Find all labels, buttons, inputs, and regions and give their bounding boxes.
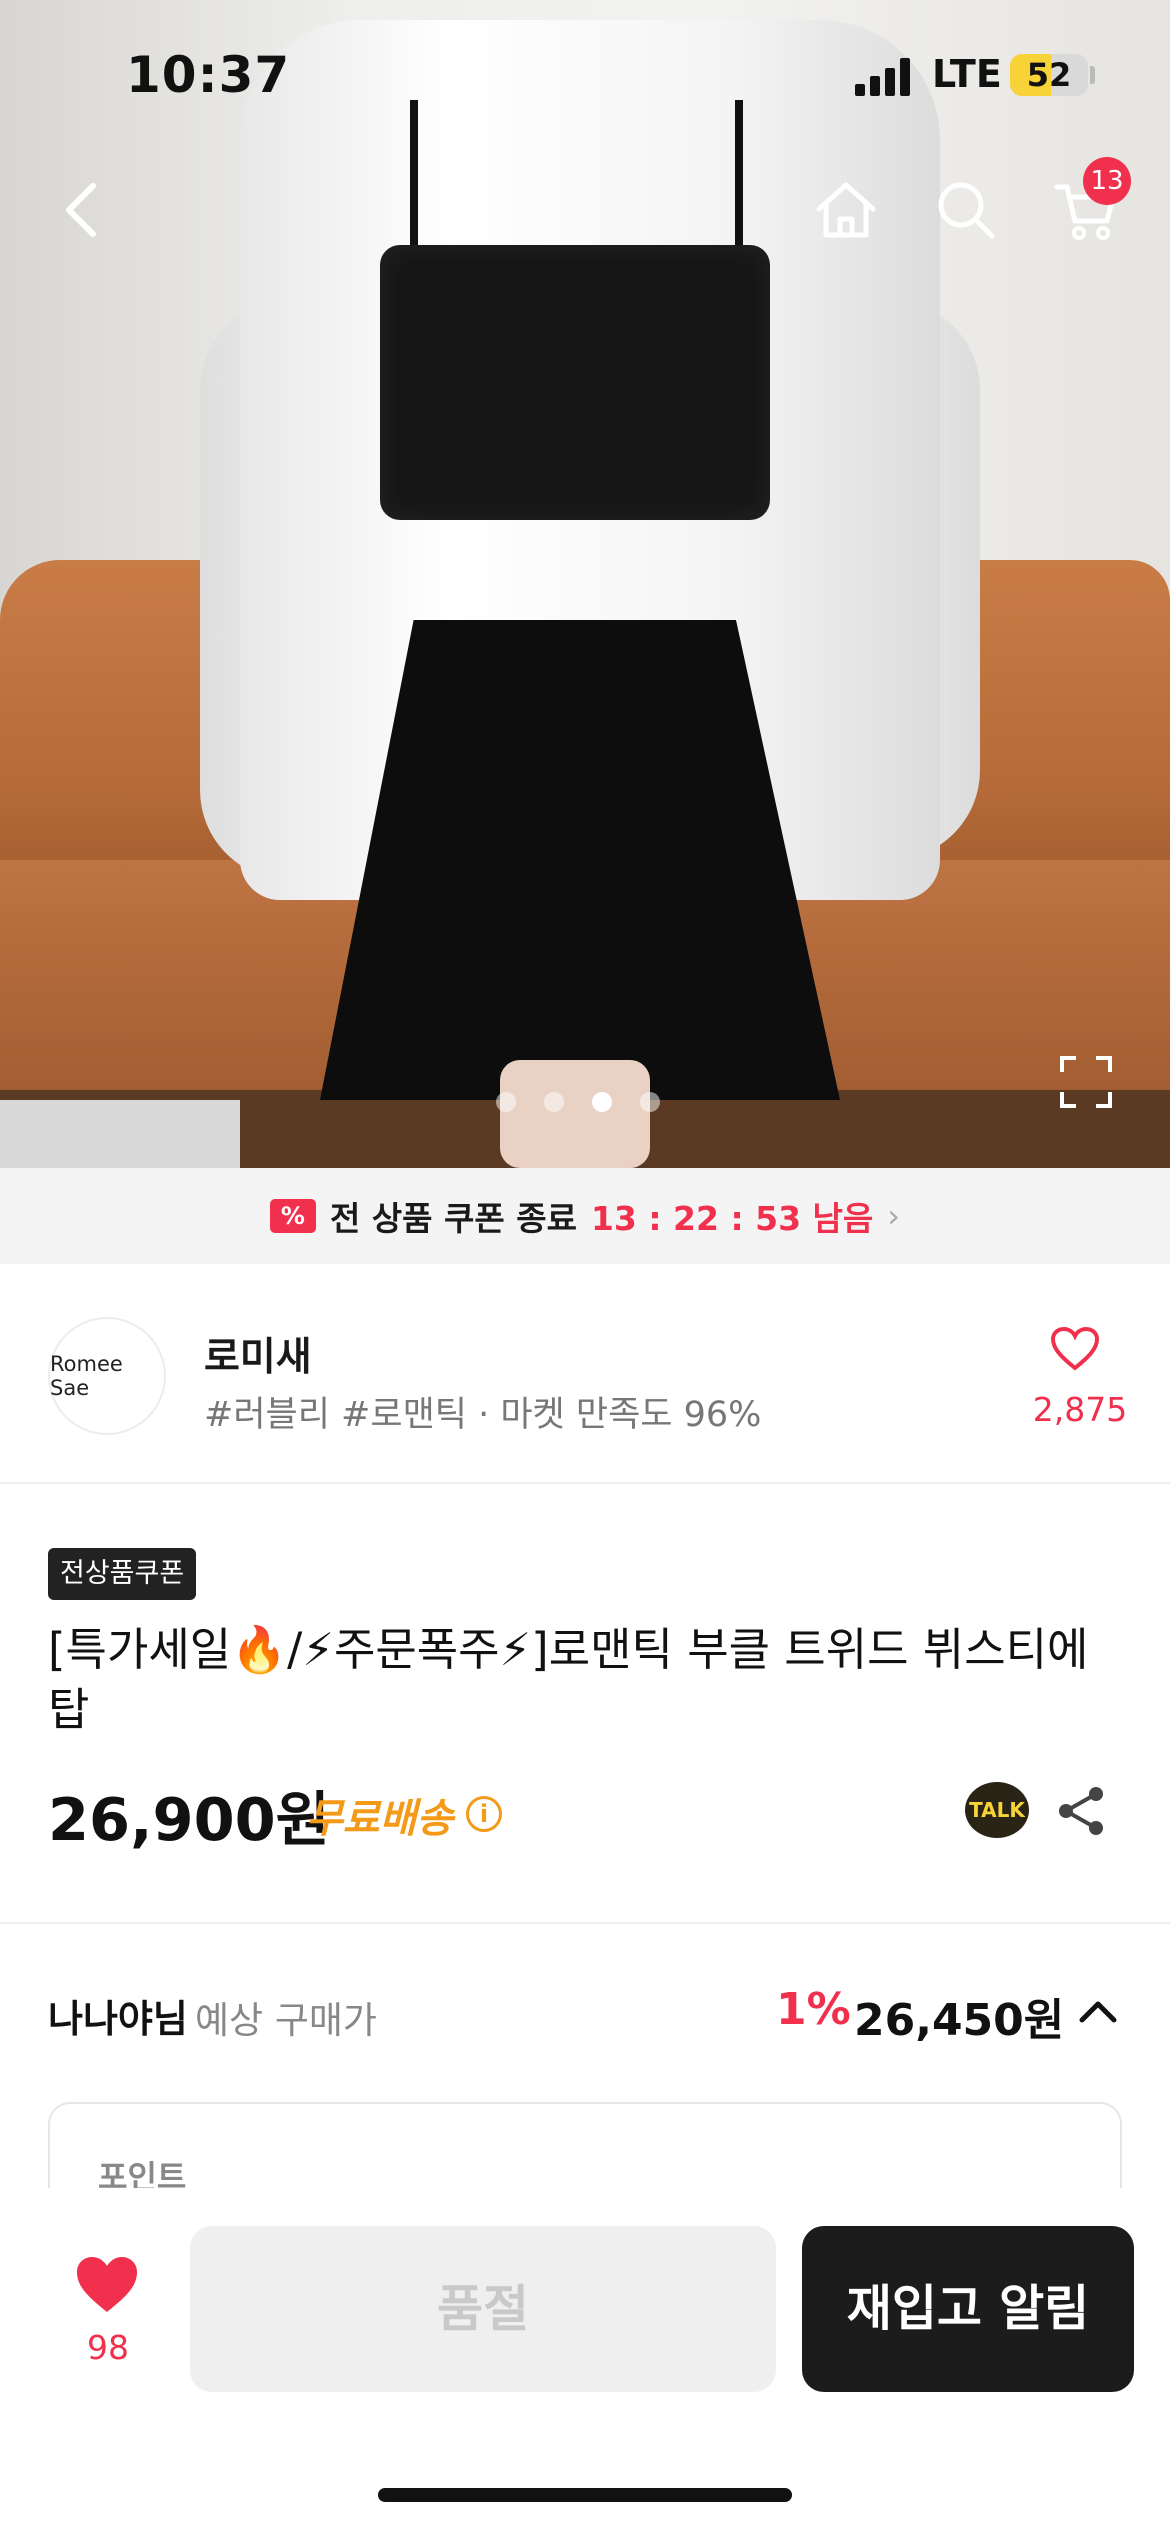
back-button[interactable] <box>42 170 122 250</box>
floor <box>0 1100 240 1168</box>
product-title: [특가세일🔥/⚡주문폭주⚡]로맨틱 부클 트위드 뷔스티에탑 <box>48 1623 1089 1736</box>
battery-icon: 52 <box>1010 54 1088 96</box>
share-icon[interactable] <box>1054 1784 1108 1838</box>
estimate-price: 26,450원 <box>854 1995 1065 2046</box>
store-tags: #러블리 #로맨틱 · 마켓 만족도 96% <box>204 1395 762 1435</box>
expand-icon[interactable] <box>1058 1054 1114 1110</box>
section-divider <box>0 1922 1170 1924</box>
restock-alert-button[interactable]: 재입고 알림 <box>802 2226 1134 2392</box>
chevron-left-icon <box>66 183 96 237</box>
coupon-banner-text: 전 상품 쿠폰 종료 <box>329 1199 577 1238</box>
store-info[interactable]: Romee Sae 로미새 #러블리 #로맨틱 · 마켓 만족도 96% 2,8… <box>0 1264 1170 1484</box>
store-like-count: 2,875 <box>1032 1390 1128 1429</box>
store-logo[interactable]: Romee Sae <box>48 1317 166 1435</box>
info-icon[interactable]: i <box>466 1796 502 1832</box>
store-name[interactable]: 로미새 <box>204 1326 312 1382</box>
product-price: 26,900원 <box>48 1785 330 1854</box>
pagination-dot-active[interactable] <box>592 1092 612 1112</box>
pagination-dot[interactable] <box>496 1092 516 1112</box>
free-shipping-label: 무료배송 <box>306 1796 454 1842</box>
coupon-banner[interactable]: % 전 상품 쿠폰 종료 13 : 22 : 53 남음 › <box>0 1168 1170 1264</box>
favorite-heart-icon[interactable] <box>74 2254 140 2316</box>
home-icon <box>816 182 876 238</box>
cart-count-badge: 13 <box>1083 157 1131 205</box>
battery-nub <box>1090 66 1095 84</box>
pagination-dot[interactable] <box>640 1092 660 1112</box>
soldout-button[interactable]: 품절 <box>190 2226 776 2392</box>
pagination-dot[interactable] <box>544 1092 564 1112</box>
status-bar: 10:37 LTE 52 <box>0 0 1170 150</box>
estimate-label: 예상 구매가 <box>195 1999 377 2042</box>
home-button[interactable] <box>806 170 886 250</box>
bottom-action-bar: 98 품절 재입고 알림 <box>0 2188 1170 2532</box>
chevron-right-icon: › <box>887 1197 901 1235</box>
search-button[interactable] <box>926 170 1006 250</box>
coupon-countdown: 13 : 22 : 53 남음 <box>590 1199 874 1238</box>
status-time: 10:37 <box>126 46 291 104</box>
search-icon <box>938 182 995 239</box>
talk-chat-button[interactable]: TALK <box>965 1782 1029 1838</box>
store-like-heart-icon[interactable] <box>1050 1326 1100 1372</box>
coupon-badge: 전상품쿠폰 <box>48 1548 197 1600</box>
leg <box>500 1060 650 1168</box>
estimate-user-name: 나나야님 <box>48 1997 188 2041</box>
product-page: 10:37 LTE 52 13 % 전 상품 쿠폰 종료 13: 22: 5… <box>0 0 1170 2532</box>
estimate-discount: 1% <box>776 1984 851 2035</box>
network-label: LTE <box>932 52 1002 96</box>
home-indicator[interactable] <box>378 2488 792 2502</box>
battery-level: 52 <box>1026 56 1072 94</box>
coupon-ticket-icon: % <box>269 1199 316 1233</box>
signal-icon <box>855 58 915 96</box>
favorite-count: 98 <box>87 2328 129 2367</box>
gallery-pagination[interactable] <box>496 1092 660 1112</box>
tweed-bustier <box>380 245 770 520</box>
chevron-up-icon[interactable] <box>1076 1996 1120 2026</box>
